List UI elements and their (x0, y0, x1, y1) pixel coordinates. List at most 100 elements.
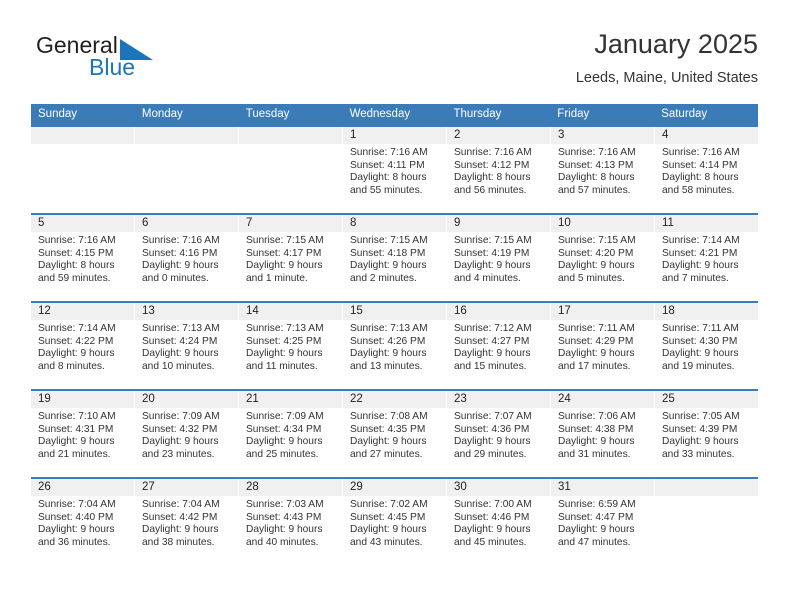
day-number: 27 (135, 479, 238, 496)
daylight-text-line1: Daylight: 9 hours (558, 524, 635, 536)
day-details: Sunrise: 7:06 AM Sunset: 4:38 PM Dayligh… (551, 408, 654, 461)
day-number: 11 (655, 215, 758, 232)
calendar-day-cell[interactable] (31, 127, 135, 213)
day-details: Sunrise: 7:05 AM Sunset: 4:39 PM Dayligh… (655, 408, 758, 461)
daylight-text-line1: Daylight: 9 hours (142, 348, 219, 360)
calendar-day-cell[interactable]: 6 Sunrise: 7:16 AM Sunset: 4:16 PM Dayli… (135, 215, 239, 301)
daylight-text-line1: Daylight: 9 hours (246, 348, 323, 360)
calendar-day-cell[interactable]: 4 Sunrise: 7:16 AM Sunset: 4:14 PM Dayli… (655, 127, 758, 213)
calendar-day-cell[interactable]: 17 Sunrise: 7:11 AM Sunset: 4:29 PM Dayl… (551, 303, 655, 389)
sunrise-text: Sunrise: 7:12 AM (454, 323, 532, 334)
daylight-text-line2: and 2 minutes. (350, 272, 417, 284)
daylight-text-line2: and 17 minutes. (558, 360, 631, 372)
daylight-text-line2: and 43 minutes. (350, 536, 423, 548)
calendar-week-row: 26 Sunrise: 7:04 AM Sunset: 4:40 PM Dayl… (31, 477, 758, 565)
day-number: 15 (343, 303, 446, 320)
daylight-text-line2: and 23 minutes. (142, 448, 215, 460)
day-number (31, 127, 134, 144)
day-number: 18 (655, 303, 758, 320)
day-number: 7 (239, 215, 342, 232)
daylight-text-line2: and 1 minute. (246, 272, 308, 284)
calendar-page: General Blue January 2025 Leeds, Maine, … (0, 0, 792, 612)
calendar-week-row: 5 Sunrise: 7:16 AM Sunset: 4:15 PM Dayli… (31, 213, 758, 301)
sunrise-text: Sunrise: 7:14 AM (38, 323, 116, 334)
calendar-day-cell[interactable]: 20 Sunrise: 7:09 AM Sunset: 4:32 PM Dayl… (135, 391, 239, 477)
calendar-day-cell[interactable] (655, 479, 758, 565)
calendar-day-cell[interactable]: 27 Sunrise: 7:04 AM Sunset: 4:42 PM Dayl… (135, 479, 239, 565)
daylight-text-line1: Daylight: 9 hours (38, 436, 115, 448)
calendar-day-cell[interactable]: 9 Sunrise: 7:15 AM Sunset: 4:19 PM Dayli… (447, 215, 551, 301)
day-number: 16 (447, 303, 550, 320)
daylight-text-line2: and 0 minutes. (142, 272, 209, 284)
calendar-day-cell[interactable]: 5 Sunrise: 7:16 AM Sunset: 4:15 PM Dayli… (31, 215, 135, 301)
calendar-day-cell[interactable]: 28 Sunrise: 7:03 AM Sunset: 4:43 PM Dayl… (239, 479, 343, 565)
calendar-day-cell[interactable]: 3 Sunrise: 7:16 AM Sunset: 4:13 PM Dayli… (551, 127, 655, 213)
day-number: 22 (343, 391, 446, 408)
calendar-day-cell[interactable] (135, 127, 239, 213)
calendar-day-cell[interactable]: 19 Sunrise: 7:10 AM Sunset: 4:31 PM Dayl… (31, 391, 135, 477)
daylight-text-line2: and 59 minutes. (38, 272, 111, 284)
calendar-day-cell[interactable]: 12 Sunrise: 7:14 AM Sunset: 4:22 PM Dayl… (31, 303, 135, 389)
weekday-header-saturday: Saturday (661, 108, 708, 120)
sunrise-text: Sunrise: 7:16 AM (142, 235, 220, 246)
daylight-text-line2: and 15 minutes. (454, 360, 527, 372)
day-details (239, 144, 342, 147)
daylight-text-line2: and 5 minutes. (558, 272, 625, 284)
daylight-text-line1: Daylight: 9 hours (246, 524, 323, 536)
daylight-text-line1: Daylight: 9 hours (246, 260, 323, 272)
calendar-day-cell[interactable]: 22 Sunrise: 7:08 AM Sunset: 4:35 PM Dayl… (343, 391, 447, 477)
day-number: 24 (551, 391, 654, 408)
daylight-text-line2: and 7 minutes. (662, 272, 729, 284)
brand-logo[interactable]: General Blue (31, 28, 261, 90)
daylight-text-line1: Daylight: 8 hours (662, 172, 739, 184)
calendar-day-cell[interactable]: 11 Sunrise: 7:14 AM Sunset: 4:21 PM Dayl… (655, 215, 758, 301)
sunrise-text: Sunrise: 7:03 AM (246, 499, 324, 510)
daylight-text-line2: and 27 minutes. (350, 448, 423, 460)
calendar-day-cell[interactable]: 21 Sunrise: 7:09 AM Sunset: 4:34 PM Dayl… (239, 391, 343, 477)
calendar-day-cell[interactable]: 14 Sunrise: 7:13 AM Sunset: 4:25 PM Dayl… (239, 303, 343, 389)
sunset-text: Sunset: 4:46 PM (454, 511, 530, 523)
day-details: Sunrise: 7:04 AM Sunset: 4:40 PM Dayligh… (31, 496, 134, 549)
day-details: Sunrise: 7:15 AM Sunset: 4:19 PM Dayligh… (447, 232, 550, 285)
calendar-day-cell[interactable] (239, 127, 343, 213)
calendar-week-row: 1 Sunrise: 7:16 AM Sunset: 4:11 PM Dayli… (31, 125, 758, 213)
day-details: Sunrise: 7:07 AM Sunset: 4:36 PM Dayligh… (447, 408, 550, 461)
weekday-header-row: Sunday Monday Tuesday Wednesday Thursday… (31, 104, 758, 125)
daylight-text-line2: and 25 minutes. (246, 448, 319, 460)
calendar-day-cell[interactable]: 24 Sunrise: 7:06 AM Sunset: 4:38 PM Dayl… (551, 391, 655, 477)
day-details: Sunrise: 7:16 AM Sunset: 4:11 PM Dayligh… (343, 144, 446, 197)
day-number: 17 (551, 303, 654, 320)
calendar-day-cell[interactable]: 31 Sunrise: 6:59 AM Sunset: 4:47 PM Dayl… (551, 479, 655, 565)
calendar-day-cell[interactable]: 25 Sunrise: 7:05 AM Sunset: 4:39 PM Dayl… (655, 391, 758, 477)
calendar-day-cell[interactable]: 2 Sunrise: 7:16 AM Sunset: 4:12 PM Dayli… (447, 127, 551, 213)
calendar-day-cell[interactable]: 30 Sunrise: 7:00 AM Sunset: 4:46 PM Dayl… (447, 479, 551, 565)
sunrise-text: Sunrise: 7:09 AM (142, 411, 220, 422)
daylight-text-line1: Daylight: 9 hours (38, 348, 115, 360)
calendar-day-cell[interactable]: 10 Sunrise: 7:15 AM Sunset: 4:20 PM Dayl… (551, 215, 655, 301)
calendar-day-cell[interactable]: 26 Sunrise: 7:04 AM Sunset: 4:40 PM Dayl… (31, 479, 135, 565)
daylight-text-line1: Daylight: 9 hours (454, 524, 531, 536)
calendar-day-cell[interactable]: 1 Sunrise: 7:16 AM Sunset: 4:11 PM Dayli… (343, 127, 447, 213)
calendar-day-cell[interactable]: 18 Sunrise: 7:11 AM Sunset: 4:30 PM Dayl… (655, 303, 758, 389)
day-number: 31 (551, 479, 654, 496)
sunrise-text: Sunrise: 7:05 AM (662, 411, 740, 422)
sunset-text: Sunset: 4:26 PM (350, 335, 426, 347)
calendar-day-cell[interactable]: 16 Sunrise: 7:12 AM Sunset: 4:27 PM Dayl… (447, 303, 551, 389)
calendar-grid: Sunday Monday Tuesday Wednesday Thursday… (31, 104, 758, 565)
calendar-day-cell[interactable]: 15 Sunrise: 7:13 AM Sunset: 4:26 PM Dayl… (343, 303, 447, 389)
sunset-text: Sunset: 4:14 PM (662, 159, 738, 171)
sunset-text: Sunset: 4:47 PM (558, 511, 634, 523)
weekday-header-tuesday: Tuesday (245, 108, 290, 120)
sunrise-text: Sunrise: 7:16 AM (662, 147, 740, 158)
calendar-day-cell[interactable]: 13 Sunrise: 7:13 AM Sunset: 4:24 PM Dayl… (135, 303, 239, 389)
calendar-day-cell[interactable]: 7 Sunrise: 7:15 AM Sunset: 4:17 PM Dayli… (239, 215, 343, 301)
calendar-day-cell[interactable]: 29 Sunrise: 7:02 AM Sunset: 4:45 PM Dayl… (343, 479, 447, 565)
day-number: 9 (447, 215, 550, 232)
day-details: Sunrise: 7:00 AM Sunset: 4:46 PM Dayligh… (447, 496, 550, 549)
calendar-day-cell[interactable]: 23 Sunrise: 7:07 AM Sunset: 4:36 PM Dayl… (447, 391, 551, 477)
calendar-day-cell[interactable]: 8 Sunrise: 7:15 AM Sunset: 4:18 PM Dayli… (343, 215, 447, 301)
sunrise-text: Sunrise: 6:59 AM (558, 499, 636, 510)
daylight-text-line2: and 36 minutes. (38, 536, 111, 548)
day-details: Sunrise: 7:08 AM Sunset: 4:35 PM Dayligh… (343, 408, 446, 461)
sunset-text: Sunset: 4:21 PM (662, 247, 738, 259)
